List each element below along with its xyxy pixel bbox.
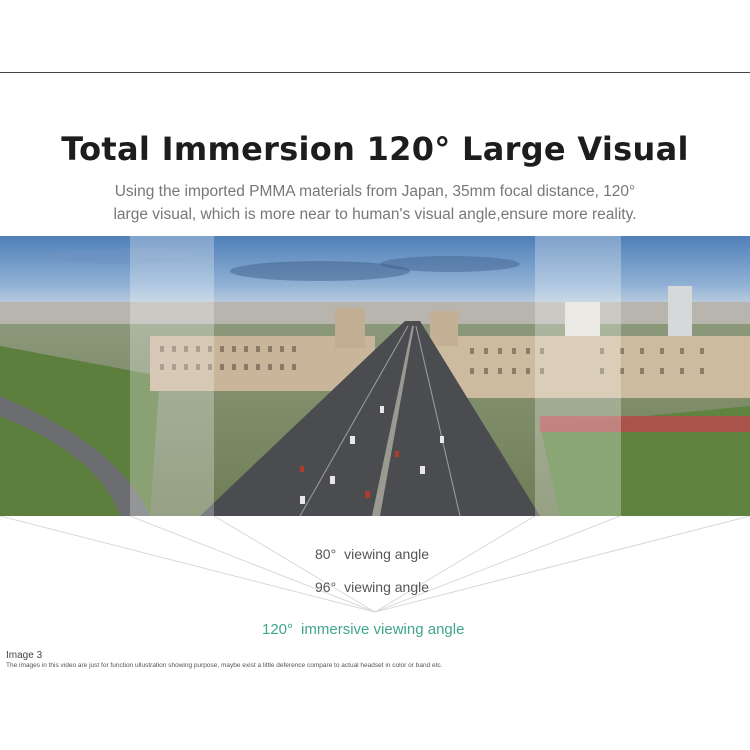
angle-text: viewing angle (344, 546, 430, 562)
angle-degree: 80° (315, 546, 337, 562)
subtitle-line-1: Using the imported PMMA materials from J… (114, 183, 636, 200)
angle-label-96: 96° viewing angle (315, 579, 429, 595)
angle-text: immersive viewing angle (301, 621, 465, 638)
subtitle: Using the imported PMMA materials from J… (75, 180, 675, 226)
fov-band-left (130, 236, 214, 516)
angle-degree: 120° (262, 621, 294, 638)
city-panorama-illustration (0, 236, 750, 516)
viewing-angle-fan (0, 516, 750, 613)
subtitle-line-2: large visual, which is more near to huma… (113, 206, 637, 223)
image-caption: Image 3 (6, 650, 43, 661)
fov-band-right (535, 236, 621, 516)
page-title: Total Immersion 120° Large Visual (61, 130, 689, 168)
angle-degree: 96° (315, 579, 337, 595)
top-divider (0, 72, 750, 73)
city-panorama-image (0, 236, 750, 516)
angle-label-80: 80° viewing angle (315, 546, 429, 562)
angle-text: viewing angle (344, 579, 430, 595)
disclaimer-text: The images in this video are just for fu… (6, 662, 443, 669)
angle-label-120: 120° immersive viewing angle (262, 621, 464, 638)
